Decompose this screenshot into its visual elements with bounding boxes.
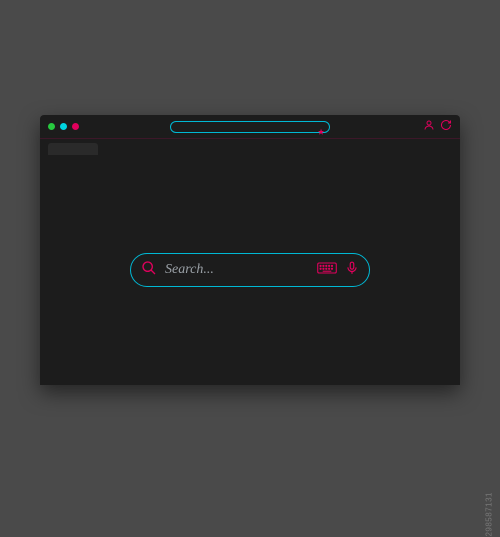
title-bar xyxy=(40,115,460,139)
user-icon[interactable] xyxy=(423,118,435,136)
refresh-icon[interactable] xyxy=(440,118,452,136)
keyboard-icon[interactable] xyxy=(317,261,337,280)
window-maximize-button[interactable] xyxy=(72,123,79,130)
search-icon[interactable] xyxy=(141,260,157,281)
tab-strip xyxy=(40,139,460,155)
title-bar-right-controls xyxy=(423,118,452,136)
watermark: 298587131 xyxy=(485,492,494,537)
window-minimize-button[interactable] xyxy=(60,123,67,130)
content-area: Search... xyxy=(40,155,460,385)
window-close-button[interactable] xyxy=(48,123,55,130)
microphone-icon[interactable] xyxy=(345,260,359,281)
window-controls xyxy=(48,123,79,130)
star-icon[interactable] xyxy=(317,123,325,131)
search-input[interactable]: Search... xyxy=(165,262,309,278)
search-bar[interactable]: Search... xyxy=(130,253,370,287)
address-bar[interactable] xyxy=(170,121,330,133)
browser-window: Search... xyxy=(40,115,460,385)
tab-active[interactable] xyxy=(48,143,98,155)
